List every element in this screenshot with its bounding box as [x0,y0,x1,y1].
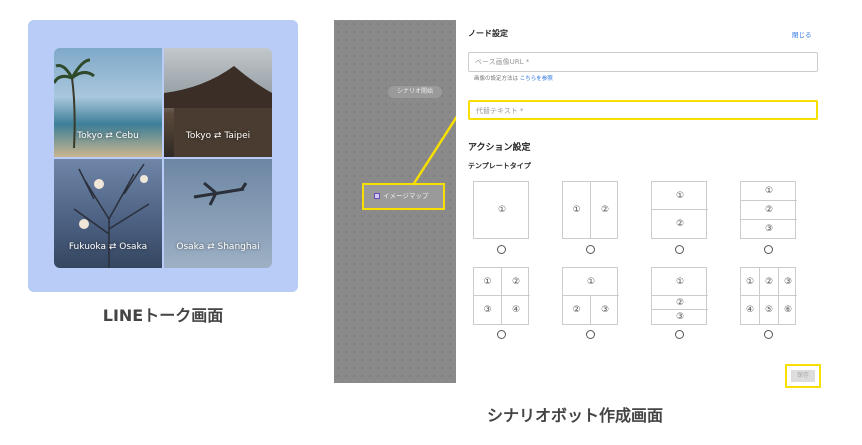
base-image-url-field[interactable]: ベース画像URL * [468,52,818,72]
template-cell: ④ [511,305,521,315]
template-6[interactable]: ① ② ③ [562,267,619,325]
template-cell: ① [741,182,797,201]
template-cell: ③ [675,312,685,322]
template-cell: ② [652,296,708,310]
help-text: 画像の設定方法は こちらを参照 [474,76,553,82]
template-radio-6[interactable] [586,330,595,339]
template-cell: ③ [600,305,610,315]
cell-label: Tokyo ⇄ Taipei [185,131,251,141]
rich-menu-cell-shanghai[interactable]: Osaka ⇄ Shanghai [164,159,272,268]
template-2[interactable]: ① ② [562,181,618,239]
template-cell: ② [675,219,685,229]
template-cell: ② [502,268,530,296]
template-radio-1[interactable] [497,245,506,254]
rich-menu: Tokyo ⇄ Cebu Tokyo ⇄ Taipei Fukuoka ⇄ Os… [54,48,272,268]
template-3[interactable]: ① ② [651,181,708,239]
template-cell: ① [474,268,502,296]
template-cell: ① [652,268,708,296]
template-radio-7[interactable] [675,330,684,339]
template-cell: ⑤ [760,296,779,324]
template-cell: ① [741,268,760,296]
rich-menu-cell-cebu[interactable]: Tokyo ⇄ Cebu [54,48,162,157]
cell-label: Osaka ⇄ Shanghai [176,242,260,252]
template-cell: ④ [741,296,760,324]
template-radio-3[interactable] [675,245,684,254]
cell-label: Tokyo ⇄ Cebu [77,131,139,141]
alt-text-field[interactable]: 代替テキスト * [468,100,818,120]
template-4[interactable]: ① ② ③ [740,181,797,239]
template-radio-5[interactable] [497,330,506,339]
node-settings-panel: ノード設定 閉じる ベース画像URL * 画像の設定方法は こちらを参照 代替テ… [456,20,840,383]
template-cell: ① [563,182,591,238]
template-5[interactable]: ① ② ③ ④ [473,267,530,325]
action-settings-title: アクション設定 [468,143,531,153]
template-cell: ① [652,182,708,210]
rich-menu-cell-fukuoka[interactable]: Fukuoka ⇄ Osaka [54,159,162,268]
template-cell: ① [497,205,507,215]
bot-screen-caption: シナリオボット作成画面 [486,406,663,425]
template-7[interactable]: ① ② ③ [651,267,708,325]
save-button-label: 保存 [791,370,815,382]
cell-label: Fukuoka ⇄ Osaka [68,242,148,252]
template-cell: ③ [474,296,502,324]
template-8[interactable]: ① ② ③ ④ ⑤ ⑥ [740,267,797,325]
imagemap-node-label: イメージマップ [383,192,429,200]
imagemap-icon [374,193,380,199]
template-cell: ② [600,205,610,215]
template-cell: ② [760,268,779,296]
template-type-label: テンプレートタイプ [468,162,531,170]
rich-menu-cell-taipei[interactable]: Tokyo ⇄ Taipei [164,48,272,157]
template-radio-8[interactable] [764,330,773,339]
node-settings-title: ノード設定 [468,29,508,38]
template-cell: ② [741,201,797,220]
template-cell: ③ [764,224,774,234]
close-link[interactable]: 閉じる [792,29,812,39]
template-cell: ③ [779,268,797,296]
template-1[interactable]: ① [473,181,529,239]
save-button[interactable]: 保存 [785,364,821,388]
line-screen-caption: LINEトーク画面 [102,306,224,325]
template-cell: ① [563,268,619,296]
template-radio-4[interactable] [764,245,773,254]
template-radio-2[interactable] [586,245,595,254]
template-cell: ② [563,296,591,324]
help-link[interactable]: こちらを参照 [520,76,553,82]
template-cell: ⑥ [783,305,793,315]
